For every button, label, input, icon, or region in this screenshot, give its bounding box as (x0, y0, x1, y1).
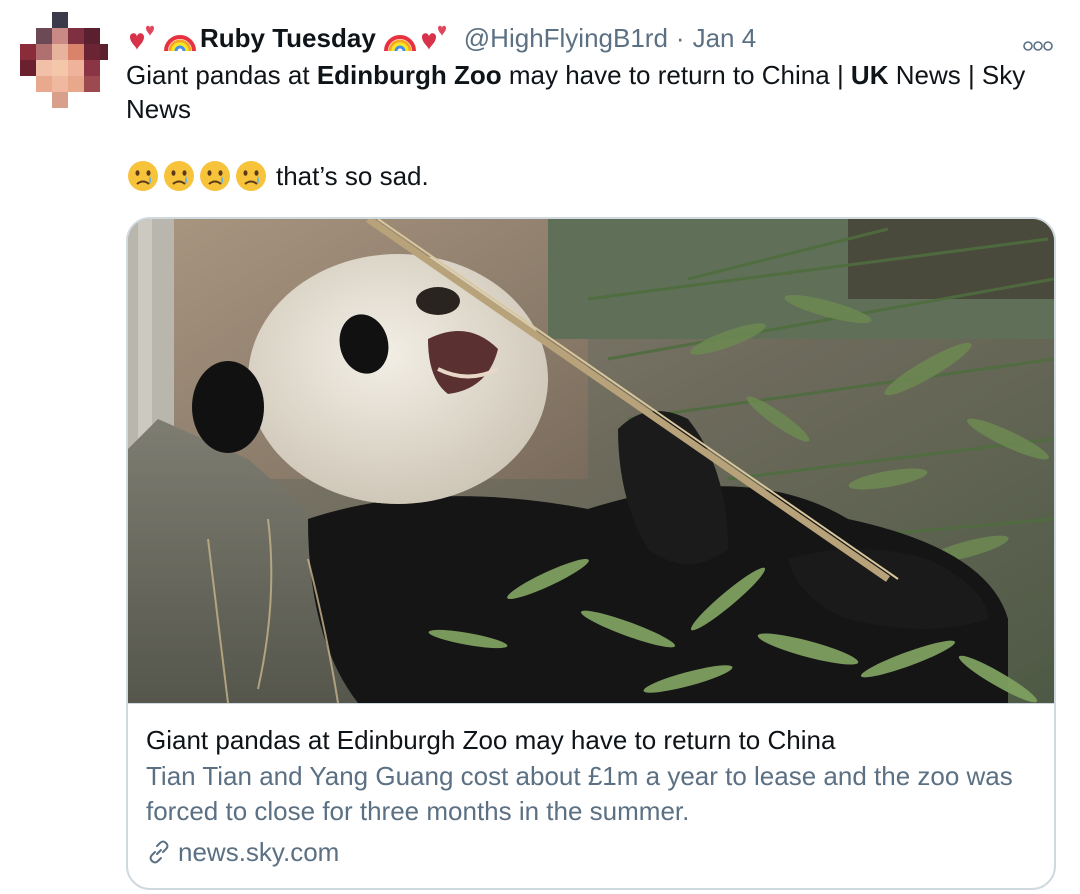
card-title[interactable]: Giant pandas at Edinburgh Zoo may have t… (146, 722, 1036, 758)
card-description: Tian Tian and Yang Guang cost about £1m … (146, 761, 1013, 826)
crying-face-icon (236, 161, 266, 191)
two-hearts-icon (421, 25, 446, 50)
panda-photo[interactable] (128, 219, 1054, 703)
handle[interactable]: @HighFlyingB1rd (464, 23, 668, 54)
link-icon (149, 840, 169, 864)
tweet-header: Ruby Tuesday @HighFlyingB1rd · Jan 4 (126, 18, 1056, 58)
card-domain: news.sky.com (178, 836, 340, 867)
tweet-text-bold: Edinburgh Zoo (316, 60, 502, 90)
tweet-text-bold: UK (850, 60, 889, 90)
display-name: Ruby Tuesday (200, 22, 376, 53)
tweet-text-segment: Giant pandas at (126, 60, 317, 90)
timestamp[interactable]: Jan 4 (693, 23, 757, 54)
two-hearts-icon (130, 25, 154, 50)
tweet-text: Giant pandas at Edinburgh Zoo may have t… (126, 58, 1046, 126)
rainbow-icon (164, 35, 196, 52)
rainbow-icon (383, 35, 416, 52)
tweet[interactable]: Ruby Tuesday @HighFlyingB1rd · Jan 4 Gia… (126, 18, 1056, 196)
reaction-line: that’s so sad. (126, 156, 1056, 196)
more-options-icon[interactable] (1022, 40, 1054, 52)
crying-face-icon (200, 161, 230, 191)
card-divider (128, 703, 1054, 704)
crying-face-icon (128, 161, 158, 191)
avatar[interactable] (14, 12, 108, 108)
card-meta: Giant pandas at Edinburgh Zoo may have t… (146, 722, 1036, 870)
card-domain-link[interactable]: news.sky.com (146, 834, 1036, 870)
separator: · (675, 22, 685, 53)
tweet-text-segment: may have to return to China | (501, 60, 851, 90)
reaction-text: that’s so sad. (276, 160, 429, 191)
avatar-image (20, 12, 108, 108)
author-link[interactable]: Ruby Tuesday (126, 23, 452, 54)
link-preview-card[interactable]: Giant pandas at Edinburgh Zoo may have t… (126, 217, 1056, 890)
crying-face-icon (164, 161, 194, 191)
